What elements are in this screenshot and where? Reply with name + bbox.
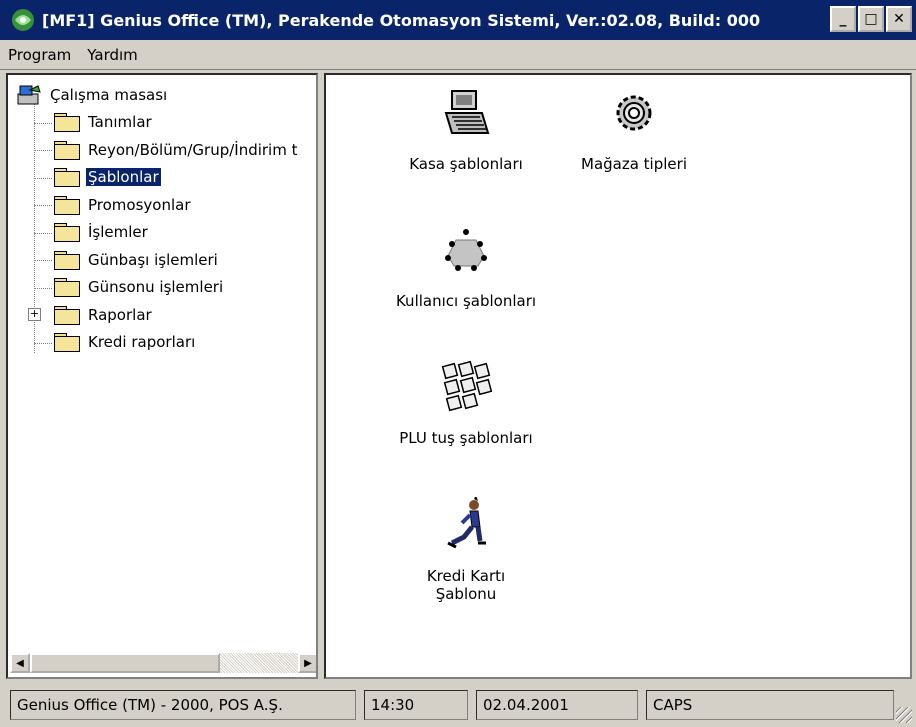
status-company: Genius Office (TM) - 2000, POS A.Ş.	[10, 689, 356, 720]
scroll-left-icon[interactable]: ◀	[10, 653, 30, 673]
tree-item-promosyonlar[interactable]: Promosyonlar	[8, 191, 316, 219]
item-magaza-tipleri[interactable]: Mağaza tipleri	[554, 83, 714, 173]
navigation-tree[interactable]: Çalışma masası Tanımlar Reyon/Bölüm/Grup…	[6, 73, 318, 679]
status-time: 14:30	[364, 689, 468, 720]
horizontal-scrollbar[interactable]: ◀ ▶	[10, 653, 316, 673]
item-label: Kullanıcı şablonları	[395, 292, 537, 310]
item-kullanici-sablonlari[interactable]: Kullanıcı şablonları	[386, 220, 546, 310]
tree-item-label: Promosyonlar	[88, 195, 191, 214]
app-icon[interactable]	[8, 5, 38, 35]
menu-program[interactable]: Program	[0, 46, 79, 64]
scroll-track[interactable]	[220, 653, 298, 673]
main-window: [MF1] Genius Office (TM), Perakende Otom…	[0, 0, 916, 727]
tree-item-label: Raporlar	[88, 305, 152, 324]
window-title: [MF1] Genius Office (TM), Perakende Otom…	[42, 10, 761, 30]
folder-icon	[54, 113, 80, 133]
folder-icon	[54, 223, 80, 243]
menu-bar: Program Yardım	[0, 40, 916, 70]
icon-view: Kasa şablonları Mağaza tipleri Kullanıcı…	[324, 73, 912, 679]
title-bar[interactable]: [MF1] Genius Office (TM), Perakende Otom…	[0, 0, 916, 40]
close-button[interactable]: ✕	[886, 6, 912, 32]
menu-yardim[interactable]: Yardım	[79, 46, 146, 64]
tree-item-sablonlar[interactable]: Şablonlar	[8, 164, 316, 192]
folder-icon	[54, 278, 80, 298]
folder-icon	[54, 305, 80, 325]
folder-icon	[54, 195, 80, 215]
runner-icon	[436, 495, 496, 555]
scroll-thumb[interactable]	[30, 653, 220, 673]
users-icon	[436, 220, 496, 280]
item-label: Kasa şablonları	[409, 155, 523, 173]
item-label-line1: Kredi Kartı	[426, 567, 506, 585]
cash-register-icon	[436, 83, 496, 143]
tree-root[interactable]: Çalışma masası	[8, 81, 316, 109]
tree-item-islemler[interactable]: İşlemler	[8, 219, 316, 247]
minimize-button[interactable]: _	[830, 6, 856, 32]
scroll-right-icon[interactable]: ▶	[298, 653, 316, 673]
folder-icon	[54, 140, 80, 160]
item-kasa-sablonlari[interactable]: Kasa şablonları	[386, 83, 546, 173]
gear-icon	[604, 83, 664, 143]
tree-item-tanimlar[interactable]: Tanımlar	[8, 109, 316, 137]
open-folder-icon	[54, 168, 80, 188]
expand-toggle[interactable]: +	[28, 308, 41, 321]
folder-icon	[54, 250, 80, 270]
tree-item-label: Tanımlar	[88, 113, 152, 132]
tree-item-raporlar[interactable]: + Raporlar	[8, 301, 316, 329]
tree-item-kredi-raporlari[interactable]: Kredi raporları	[8, 329, 316, 357]
item-label: Mağaza tipleri	[581, 155, 687, 173]
tree-item-label-selected: Şablonlar	[85, 167, 162, 188]
item-kredi-karti-sablonu[interactable]: Kredi Kartı Şablonu	[386, 495, 546, 603]
tree-item-label: Günbaşı işlemleri	[88, 250, 218, 269]
tree-item-label: Reyon/Bölüm/Grup/İndirim t	[88, 140, 298, 159]
tree-item-gunsonu[interactable]: Günsonu işlemleri	[8, 274, 316, 302]
maximize-button[interactable]: □	[858, 6, 884, 32]
item-label-line2: Şablonu	[435, 585, 497, 603]
folder-icon	[54, 333, 80, 353]
item-label: PLU tuş şablonları	[399, 429, 533, 447]
tree-item-gunbasi[interactable]: Günbaşı işlemleri	[8, 246, 316, 274]
item-plu-tus-sablonlari[interactable]: PLU tuş şablonları	[386, 357, 546, 447]
tree-item-label: Günsonu işlemleri	[88, 278, 224, 297]
resize-grip-icon[interactable]	[896, 707, 912, 723]
status-caps: CAPS	[646, 689, 894, 720]
keyboard-keys-icon	[436, 357, 496, 417]
status-bar: Genius Office (TM) - 2000, POS A.Ş. 14:3…	[0, 682, 916, 727]
tree-root-label: Çalışma masası	[50, 85, 168, 104]
tree-item-reyon[interactable]: Reyon/Bölüm/Grup/İndirim t	[8, 136, 316, 164]
tree-item-label: İşlemler	[88, 223, 148, 242]
status-date: 02.04.2001	[476, 689, 638, 720]
desktop-icon	[16, 84, 42, 106]
tree-item-label: Kredi raporları	[88, 333, 196, 352]
